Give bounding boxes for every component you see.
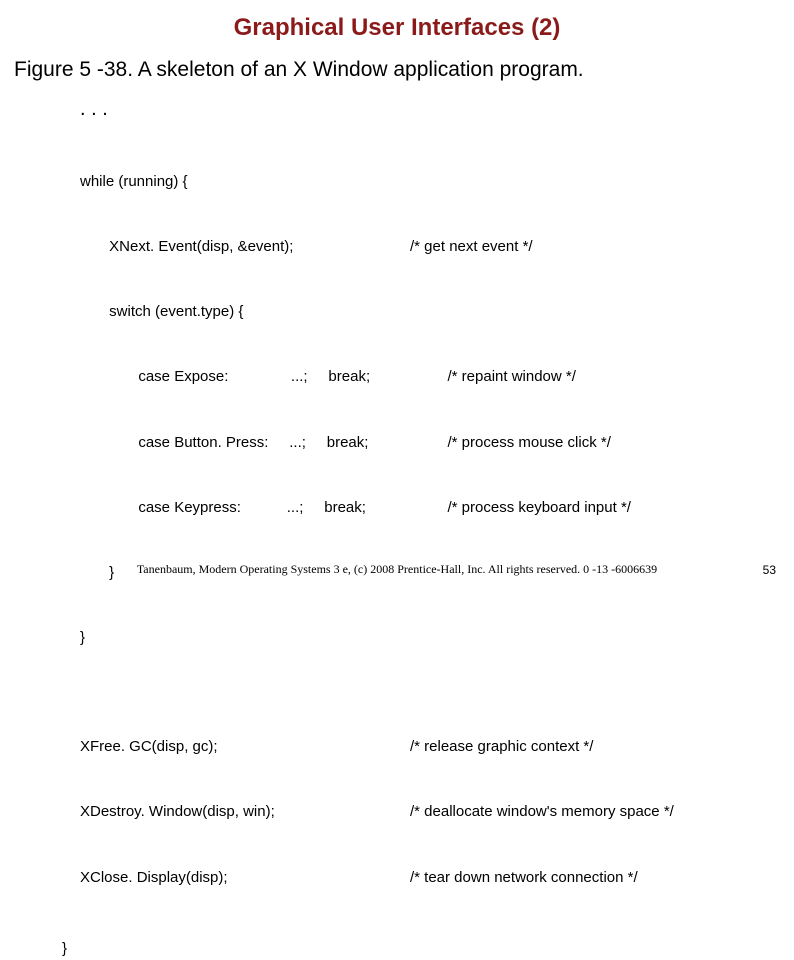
code-listing: while (running) { XNext. Event(disp, &ev… [0, 127, 794, 932]
code-line: while (running) { [80, 171, 794, 193]
page-number: 53 [763, 563, 776, 577]
code-comment: /* tear down network connection */ [410, 867, 638, 889]
code-line: } [80, 627, 794, 649]
code-left: switch (event.type) { [80, 301, 410, 323]
code-line: XNext. Event(disp, &event);/* get next e… [80, 236, 794, 258]
slide-title: Graphical User Interfaces (2) [0, 14, 794, 42]
code-line: switch (event.type) { [80, 301, 794, 323]
code-line: XDestroy. Window(disp, win);/* deallocat… [80, 801, 794, 823]
code-left: while (running) { [80, 171, 410, 193]
continuation-dots: . . . [0, 98, 794, 121]
code-left: XNext. Event(disp, &event); [80, 236, 410, 258]
code-comment: /* release graphic context */ [410, 736, 593, 758]
code-comment: /* get next event */ [410, 236, 533, 258]
code-comment: /* process mouse click */ [410, 432, 611, 454]
code-left: } [80, 627, 410, 649]
slide: Graphical User Interfaces (2) Figure 5 -… [0, 0, 794, 595]
code-line: case Keypress: ...; break; /* process ke… [80, 497, 794, 519]
code-left: XFree. GC(disp, gc); [80, 736, 410, 758]
code-line: case Button. Press: ...; break; /* proce… [80, 432, 794, 454]
code-left: XClose. Display(disp); [80, 867, 410, 889]
code-line: XClose. Display(disp);/* tear down netwo… [80, 867, 794, 889]
closing-brace: } [0, 938, 794, 960]
code-line: XFree. GC(disp, gc);/* release graphic c… [80, 736, 794, 758]
figure-caption: Figure 5 -38. A skeleton of an X Window … [0, 58, 794, 82]
code-left: case Button. Press: ...; break; [80, 432, 410, 454]
code-comment: /* repaint window */ [410, 366, 576, 388]
code-left: XDestroy. Window(disp, win); [80, 801, 410, 823]
code-line: case Expose: ...; break; /* repaint wind… [80, 366, 794, 388]
code-comment: /* deallocate window's memory space */ [410, 801, 674, 823]
footer-citation: Tanenbaum, Modern Operating Systems 3 e,… [0, 562, 794, 577]
code-comment: /* process keyboard input */ [410, 497, 631, 519]
code-left: case Expose: ...; break; [80, 366, 410, 388]
code-left: case Keypress: ...; break; [80, 497, 410, 519]
